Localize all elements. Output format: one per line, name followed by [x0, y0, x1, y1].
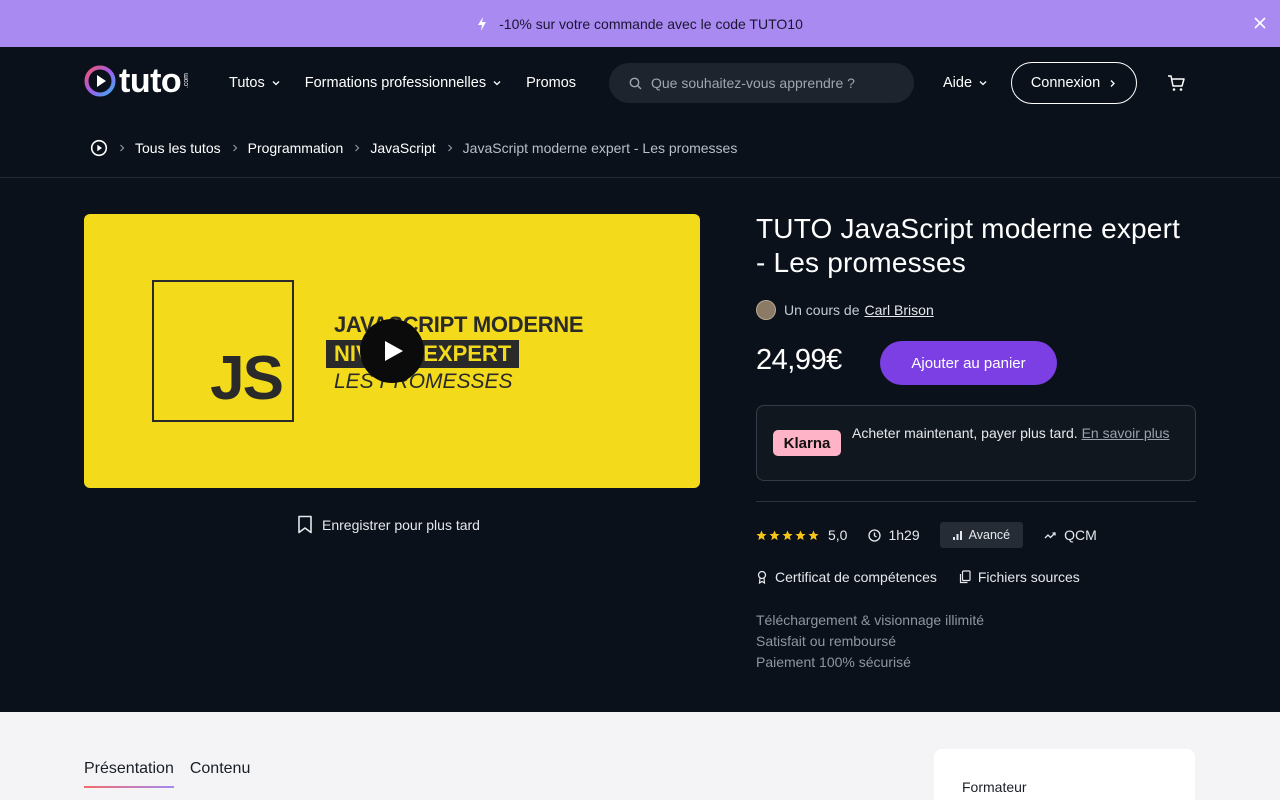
- star-icon: [808, 529, 819, 540]
- certificate-icon: [757, 570, 767, 584]
- save-for-later-label: Enregistrer pour plus tard: [322, 516, 480, 533]
- course-price: 24,99€: [756, 344, 842, 376]
- guarantee-item: Paiement 100% sécurisé: [756, 654, 911, 670]
- site-logo[interactable]: tuto .com: [84, 62, 191, 100]
- star-icon: [756, 529, 767, 540]
- course-meta: 5,0 1h29 Avancé QCM: [756, 522, 1097, 548]
- author-prefix: Un cours de: [784, 302, 860, 318]
- logo-play-icon: [84, 65, 116, 97]
- breadcrumb-item[interactable]: JavaScript: [353, 140, 436, 156]
- guarantee-item: Téléchargement & visionnage illimité: [756, 612, 984, 628]
- chevron-down-icon: [272, 81, 280, 86]
- js-logo: JS: [152, 280, 294, 422]
- quiz-arrows-icon: [1044, 531, 1056, 538]
- bookmark-icon: [298, 515, 312, 534]
- chevron-down-icon: [979, 81, 987, 86]
- breadcrumb-link[interactable]: Tous les tutos: [135, 140, 221, 156]
- klarna-box: Klarna Acheter maintenant, payer plus ta…: [756, 405, 1196, 481]
- nav-item-label: Aide: [943, 75, 973, 91]
- divider: [756, 501, 1196, 502]
- nav-item-formations[interactable]: Formations professionnelles: [305, 75, 502, 91]
- chevron-right-icon: [1110, 79, 1116, 87]
- clock-icon: [868, 528, 882, 542]
- klarna-logo: Klarna: [773, 430, 841, 456]
- search-icon: [629, 77, 642, 89]
- klarna-message: Acheter maintenant, payer plus tard.: [852, 425, 1078, 441]
- feature-label: Fichiers sources: [977, 569, 1080, 585]
- rating-stars: [756, 529, 819, 541]
- trainer-card-title: Formateur: [962, 779, 1027, 795]
- course-features: Certificat de compétences Fichiers sourc…: [756, 569, 1102, 585]
- breadcrumb-item[interactable]: Programmation: [231, 140, 344, 156]
- lightning-icon: [478, 16, 487, 31]
- star-icon: [795, 529, 806, 540]
- logo-wordmark: tuto: [119, 62, 182, 100]
- course-title: TUTO JavaScript moderne expert - Les pro…: [756, 213, 1181, 278]
- nav-item-label: Formations professionnelles: [304, 75, 487, 91]
- nav-item-label: Tutos: [229, 75, 265, 91]
- trainer-card: Formateur: [934, 749, 1195, 800]
- cart-icon[interactable]: [1166, 73, 1186, 93]
- breadcrumb-current: JavaScript moderne expert - Les promesse…: [446, 140, 738, 156]
- course-video-preview[interactable]: JS JAVASCRIPT MODERNE NIVEAU EXPERT LES …: [84, 214, 700, 488]
- promo-text: -10% sur votre commande avec le code TUT…: [499, 15, 803, 32]
- chevron-down-icon: [493, 81, 501, 86]
- nav-item-tutos[interactable]: Tutos: [229, 75, 281, 91]
- play-icon: [385, 341, 403, 361]
- quiz-label: QCM: [1064, 527, 1097, 543]
- nav-item-aide[interactable]: Aide: [943, 47, 988, 119]
- breadcrumb-link[interactable]: JavaScript: [370, 140, 435, 156]
- feature-source-files: Fichiers sources: [959, 569, 1080, 585]
- close-icon[interactable]: [1252, 15, 1268, 31]
- files-icon: [959, 570, 971, 584]
- search-bar[interactable]: [609, 63, 914, 103]
- video-title-line3: LES PROMESSES: [334, 370, 513, 393]
- promo-banner: -10% sur votre commande avec le code TUT…: [0, 0, 1280, 47]
- logo-tld: .com: [183, 73, 191, 89]
- feature-certificate: Certificat de compétences: [756, 569, 937, 585]
- level-label: Avancé: [968, 528, 1011, 542]
- level-badge: Avancé: [939, 522, 1024, 548]
- klarna-text: Acheter maintenant, payer plus tard. En …: [852, 423, 1172, 444]
- chevron-right-icon: [447, 144, 453, 152]
- search-input[interactable]: [651, 75, 891, 91]
- login-button[interactable]: Connexion: [1011, 62, 1137, 104]
- home-play-icon[interactable]: [90, 139, 108, 157]
- breadcrumb: Tous les tutos Programmation JavaScript …: [0, 119, 1280, 178]
- course-quiz: QCM: [1044, 527, 1097, 543]
- course-duration: 1h29: [868, 527, 920, 543]
- breadcrumb-current-label: JavaScript moderne expert - Les promesse…: [462, 140, 738, 156]
- course-guarantees: Téléchargement & visionnage illimité Sat…: [756, 610, 984, 673]
- signal-bars-icon: [952, 530, 962, 540]
- star-icon: [782, 529, 793, 540]
- breadcrumb-item[interactable]: Tous les tutos: [118, 140, 221, 156]
- chevron-right-icon: [120, 144, 125, 152]
- avatar: [756, 300, 776, 320]
- nav-item-label: Promos: [526, 75, 577, 91]
- add-to-cart-button[interactable]: Ajouter au panier: [880, 341, 1057, 385]
- save-for-later-button[interactable]: Enregistrer pour plus tard: [297, 515, 480, 534]
- klarna-learn-more-link[interactable]: En savoir plus: [1082, 425, 1170, 441]
- course-tabs: Présentation Contenu: [84, 760, 250, 788]
- chevron-right-icon: [355, 144, 360, 152]
- js-logo-text: JS: [210, 344, 284, 413]
- feature-label: Certificat de compétences: [775, 569, 937, 585]
- site-header: tuto .com Tutos Formations professionnel…: [0, 47, 1280, 119]
- main-nav: Tutos Formations professionnelles Promos: [229, 47, 576, 119]
- course-details-section: Présentation Contenu Formateur: [0, 712, 1280, 800]
- login-label: Connexion: [1030, 75, 1101, 91]
- rating-value: 5,0: [828, 527, 848, 543]
- duration-value: 1h29: [888, 527, 920, 543]
- play-button[interactable]: [360, 319, 424, 383]
- breadcrumb-link[interactable]: Programmation: [248, 140, 344, 156]
- guarantee-item: Satisfait ou remboursé: [756, 633, 897, 649]
- chevron-right-icon: [232, 144, 237, 152]
- course-author: Un cours de Carl Brison: [756, 300, 934, 320]
- author-link[interactable]: Carl Brison: [864, 302, 933, 318]
- tab-presentation[interactable]: Présentation: [84, 760, 174, 788]
- tab-contenu[interactable]: Contenu: [190, 760, 251, 788]
- star-icon: [769, 529, 780, 540]
- nav-item-promos[interactable]: Promos: [526, 75, 576, 91]
